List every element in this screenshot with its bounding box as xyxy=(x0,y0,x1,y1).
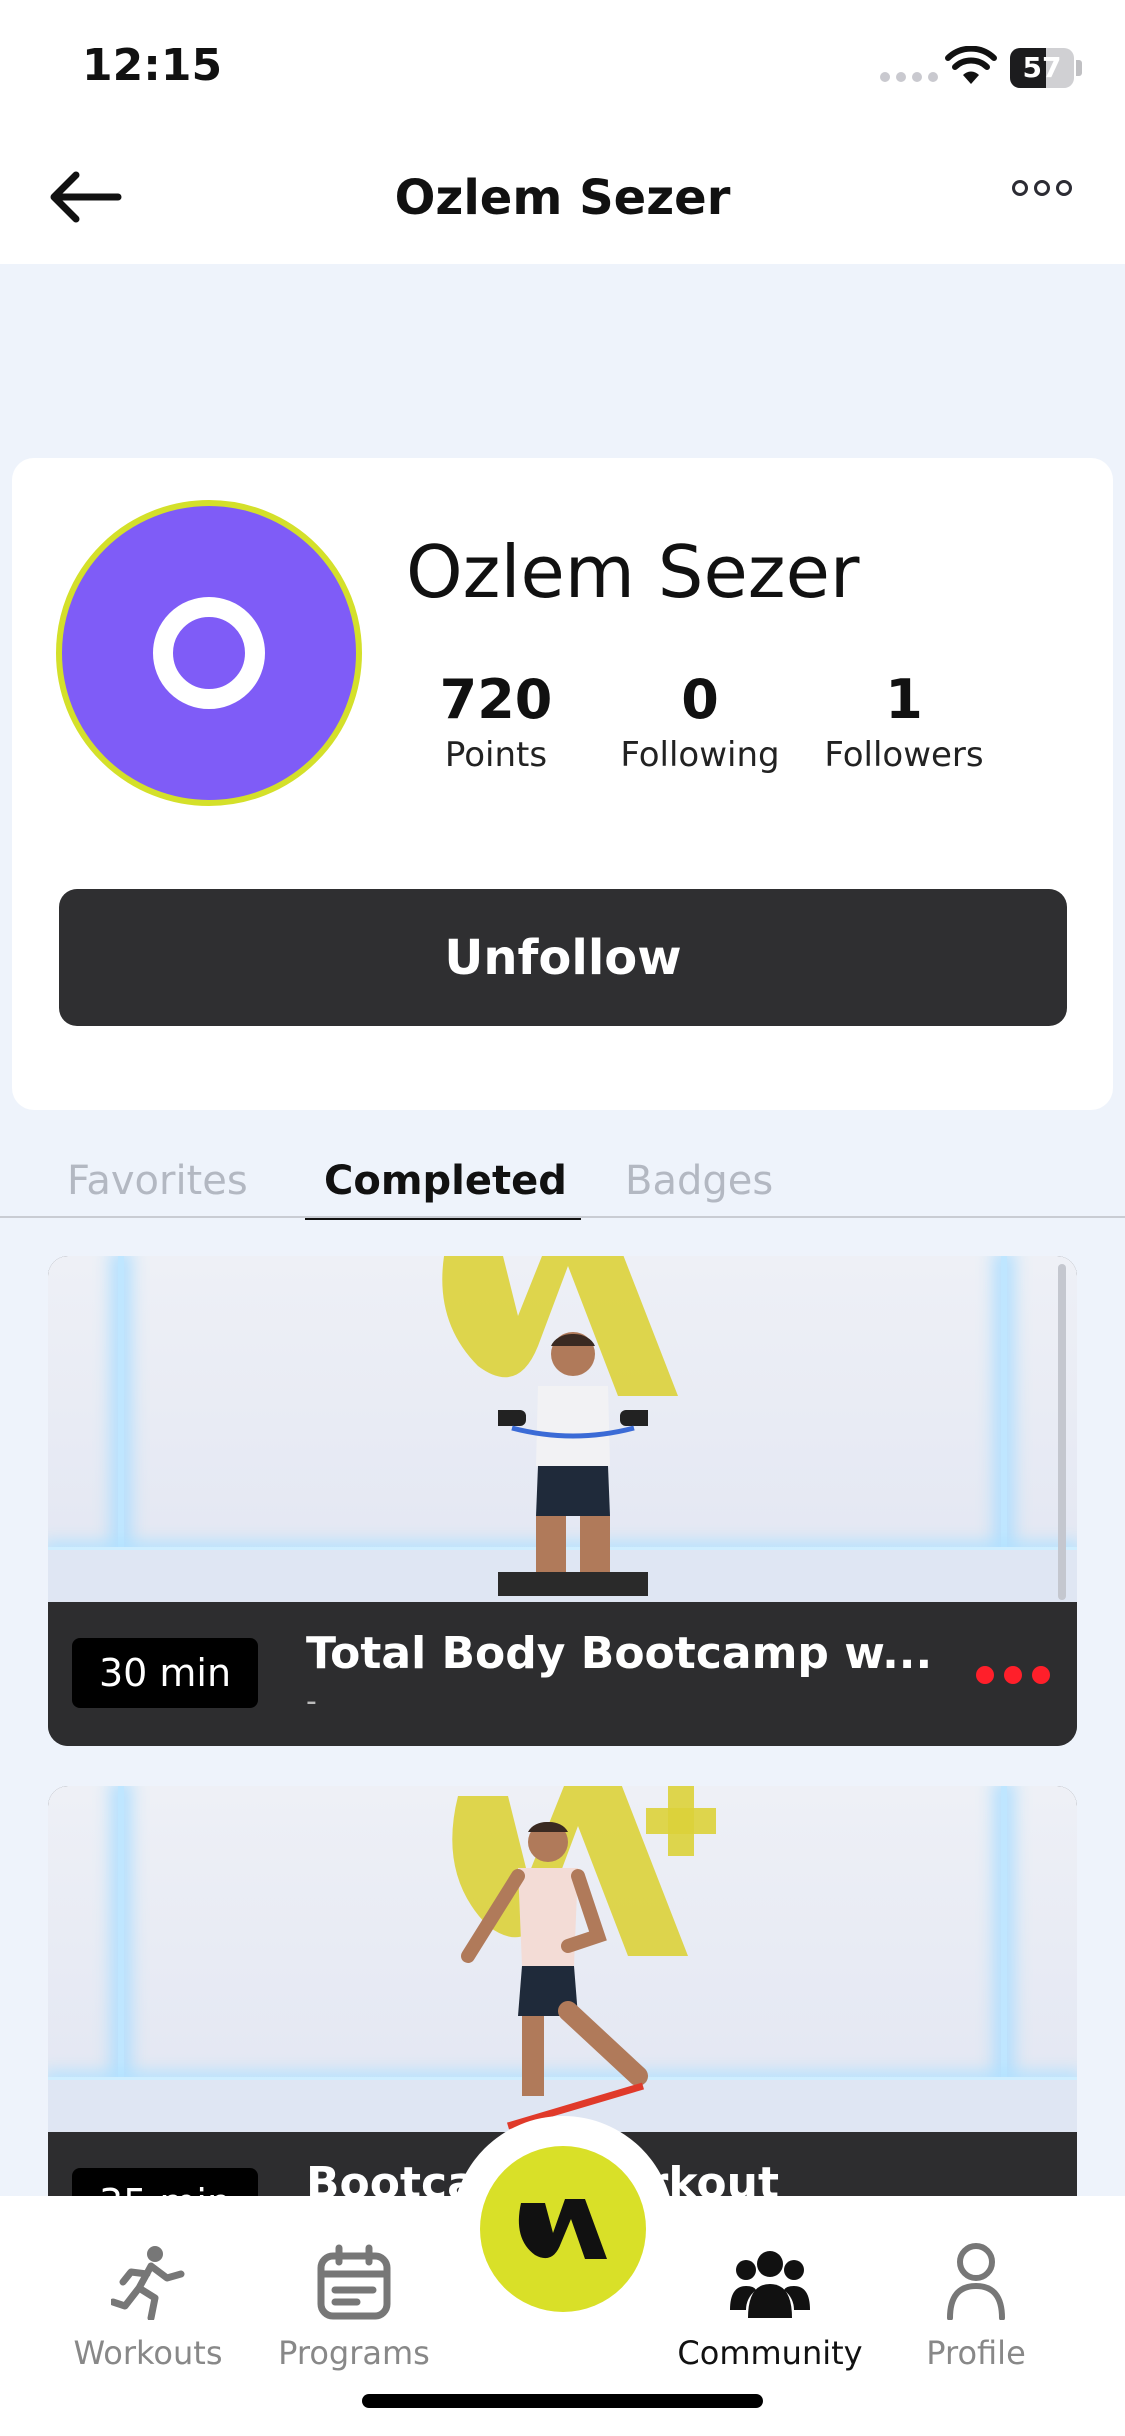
dot-icon xyxy=(1056,180,1072,196)
workout-more-button[interactable] xyxy=(976,1666,1050,1684)
tab-programs[interactable]: Programs xyxy=(254,2238,454,2372)
workout-info: 30 min Total Body Bootcamp w... - xyxy=(48,1602,1077,1746)
dot-icon xyxy=(976,1666,994,1684)
stat-value: 0 xyxy=(681,668,719,731)
stat-value: 1 xyxy=(885,668,923,731)
avatar xyxy=(56,500,362,806)
stat-label: Points xyxy=(444,735,548,775)
profile-name: Ozlem Sezer xyxy=(406,530,860,614)
stat-value: 720 xyxy=(439,668,553,731)
page-title: Ozlem Sezer xyxy=(394,170,731,226)
duration-badge: 30 min xyxy=(72,1638,258,1708)
center-action-button[interactable] xyxy=(480,2146,646,2312)
dot-icon xyxy=(1004,1666,1022,1684)
community-icon xyxy=(730,2251,810,2318)
tab-label: Profile xyxy=(926,2334,1026,2372)
home-indicator xyxy=(362,2394,763,2408)
nav-header: Ozlem Sezer xyxy=(0,132,1125,264)
trainer-figure-icon xyxy=(461,1821,648,2130)
workout-subtitle: - xyxy=(306,1684,317,1719)
avatar-initial-icon xyxy=(153,597,265,709)
status-time: 12:15 xyxy=(82,40,223,91)
trainer-figure-icon xyxy=(498,1332,648,1596)
profile-tabs: Favorites Completed Badges xyxy=(0,1150,1125,1220)
tab-label: Community xyxy=(677,2334,863,2372)
more-options-button[interactable] xyxy=(1012,180,1072,196)
person-icon xyxy=(947,2243,1005,2320)
battery-icon: 57 xyxy=(1010,48,1074,88)
workout-title: Total Body Bootcamp w... xyxy=(306,1628,933,1679)
tab-label: Workouts xyxy=(73,2334,223,2372)
stat-label: Followers xyxy=(824,735,984,775)
stat-label: Following xyxy=(620,735,780,775)
cellular-signal-icon xyxy=(880,72,938,82)
divider xyxy=(0,1216,1125,1218)
dot-icon xyxy=(1012,180,1028,196)
stat-points: 720 Points xyxy=(396,668,596,778)
tab-badges[interactable]: Badges xyxy=(625,1158,773,1204)
profile-screen: 12:15 57 Ozlem Sezer Ozlem Sezer 720 Poi… xyxy=(0,0,1125,2436)
dot-icon xyxy=(1032,1666,1050,1684)
stat-following[interactable]: 0 Following xyxy=(600,668,800,778)
tab-community[interactable]: Community xyxy=(670,2238,870,2372)
workout-thumbnail xyxy=(48,1256,1077,1602)
runner-icon xyxy=(111,2246,185,2320)
unfollow-button[interactable]: Unfollow xyxy=(59,889,1067,1026)
calendar-icon xyxy=(317,2244,391,2320)
tab-profile[interactable]: Profile xyxy=(876,2238,1076,2372)
tab-favorites[interactable]: Favorites xyxy=(67,1158,248,1204)
tab-label: Programs xyxy=(278,2334,430,2372)
tab-workouts[interactable]: Workouts xyxy=(48,2238,248,2372)
brand-logo-icon xyxy=(518,2199,607,2259)
stat-followers[interactable]: 1 Followers xyxy=(804,668,1004,778)
workout-thumbnail xyxy=(48,1786,1077,2132)
dot-icon xyxy=(1034,180,1050,196)
status-bar: 12:15 57 xyxy=(0,0,1125,132)
battery-percent: 57 xyxy=(1022,51,1062,84)
workout-card[interactable]: 30 min Total Body Bootcamp w... - xyxy=(48,1256,1077,1746)
scrollbar[interactable] xyxy=(1058,1264,1066,1600)
tab-completed[interactable]: Completed xyxy=(324,1158,567,1204)
wifi-icon xyxy=(945,46,997,84)
